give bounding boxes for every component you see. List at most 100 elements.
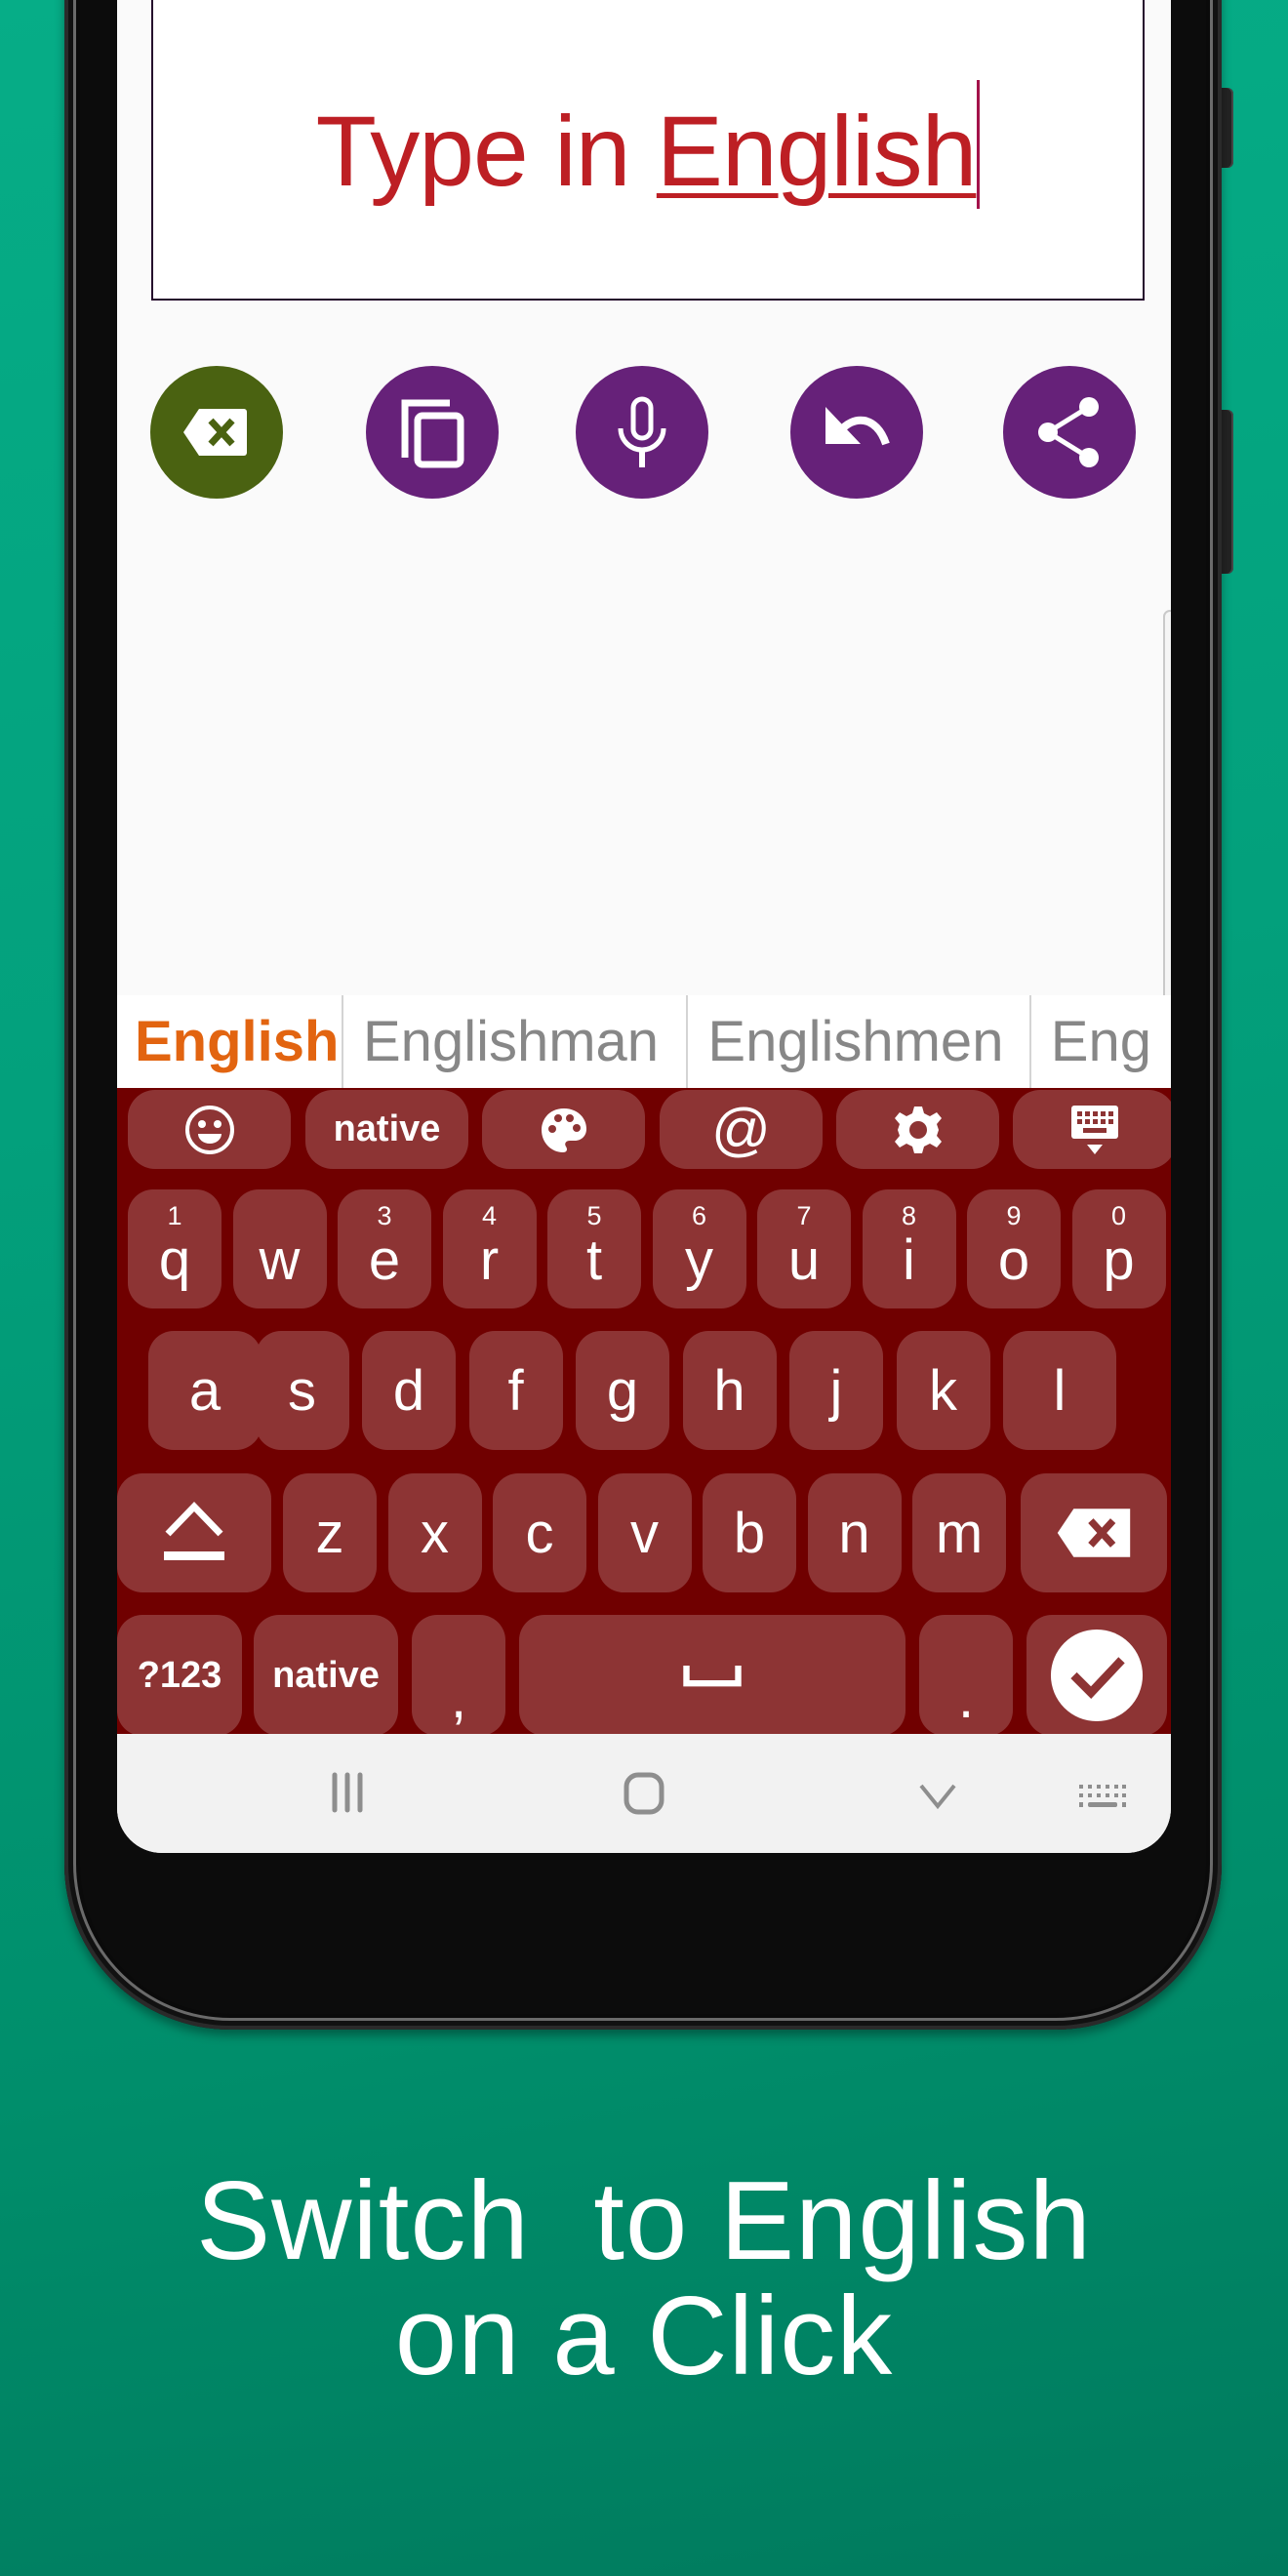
palette-icon (541, 1107, 586, 1152)
key-number-hint: 1 (167, 1201, 182, 1230)
typed-text-plain: Type in (315, 96, 657, 207)
home-icon[interactable] (623, 1771, 665, 1816)
text-cursor (977, 80, 981, 209)
key-q[interactable]: 1q (128, 1189, 221, 1308)
phone-screen: Type in English English Englishman Engli… (117, 0, 1171, 1853)
symbols-key[interactable]: ?123 (117, 1615, 242, 1736)
key-s[interactable]: s (255, 1331, 349, 1450)
volume-button (1222, 88, 1233, 168)
keyboard-switch-icon[interactable] (1077, 1783, 1128, 1810)
settings-key[interactable] (836, 1090, 999, 1169)
share-icon (1038, 397, 1099, 467)
suggestion-item[interactable]: Englishmen (688, 995, 1031, 1088)
suggestion-item[interactable]: Eng (1031, 995, 1171, 1088)
suggestion-item[interactable]: Englishman (343, 995, 689, 1088)
gear-icon (894, 1106, 942, 1153)
composing-word: English (656, 96, 978, 207)
key-m[interactable]: m (912, 1473, 1006, 1592)
key-x[interactable]: x (387, 1473, 482, 1592)
key-label: x (421, 1501, 449, 1565)
key-p[interactable]: 0p (1071, 1189, 1166, 1308)
key-o[interactable]: 9o (967, 1189, 1061, 1308)
keyboard: native @ ?123 native , . 1 q w 3 e 4 r 5… (117, 1088, 1171, 1736)
key-b[interactable]: b (703, 1473, 796, 1592)
enter-key[interactable] (1026, 1615, 1167, 1736)
back-chevron-icon[interactable] (918, 1783, 957, 1810)
typed-text: Type in English (153, 80, 1143, 210)
key-number-hint: 9 (1006, 1201, 1022, 1230)
period-key[interactable]: . (919, 1615, 1013, 1736)
key-w[interactable]: w (232, 1189, 327, 1308)
key-label: p (1103, 1228, 1135, 1292)
key-g[interactable]: g (576, 1331, 669, 1450)
key-label: k (929, 1358, 957, 1423)
space-key[interactable] (519, 1615, 906, 1736)
key-l[interactable]: l (1003, 1331, 1116, 1450)
key-number-hint: 8 (901, 1201, 917, 1230)
emoji-key[interactable] (128, 1090, 291, 1169)
key-label: o (997, 1228, 1030, 1292)
backspace-clear-icon (183, 409, 247, 456)
key-d[interactable]: d (362, 1331, 456, 1450)
system-nav-bar (117, 1734, 1171, 1853)
text-input-area[interactable]: Type in English (151, 0, 1145, 301)
copy-button[interactable] (366, 366, 499, 499)
undo-button[interactable] (790, 366, 923, 499)
key-label: y (685, 1228, 713, 1292)
share-button[interactable] (1003, 366, 1136, 499)
key-z[interactable]: z (283, 1473, 377, 1592)
key-i[interactable]: 8i (862, 1189, 956, 1308)
key-label: b (733, 1501, 766, 1565)
at-key[interactable]: @ (660, 1090, 823, 1169)
backspace-key[interactable] (1021, 1473, 1167, 1592)
scrollbar[interactable] (1163, 610, 1171, 1014)
key-y[interactable]: 6y (652, 1189, 746, 1308)
native-toggle-key[interactable]: native (305, 1090, 468, 1169)
key-j[interactable]: j (789, 1331, 883, 1450)
key-e[interactable]: 3e (338, 1189, 431, 1308)
key-n[interactable]: n (807, 1473, 902, 1592)
hide-keyboard-key[interactable] (1013, 1090, 1171, 1169)
emoji-icon (184, 1105, 234, 1154)
shift-icon (164, 1501, 224, 1560)
key-number-hint: 6 (691, 1201, 707, 1230)
key-label: n (838, 1501, 870, 1565)
key-a[interactable]: a (148, 1331, 262, 1450)
suggestion-bar: English Englishman Englishmen Eng (117, 995, 1171, 1088)
key-t[interactable]: 5t (547, 1189, 641, 1308)
key-h[interactable]: h (682, 1331, 777, 1450)
shift-key[interactable] (117, 1473, 271, 1592)
caption-line-1: Switch to English (196, 2159, 1092, 2283)
key-f[interactable]: f (468, 1331, 563, 1450)
key-label: d (392, 1358, 425, 1423)
key-label: a (188, 1358, 221, 1423)
key-label: l (1053, 1358, 1067, 1423)
space-icon (683, 1665, 742, 1687)
key-label: z (315, 1501, 344, 1565)
key-label: j (829, 1358, 843, 1423)
promo-caption: Switch to English on a Click (0, 2164, 1288, 2395)
clear-button[interactable] (150, 366, 283, 499)
key-c[interactable]: c (493, 1473, 586, 1592)
key-label: t (585, 1228, 603, 1292)
key-label: f (507, 1358, 524, 1423)
comma-key[interactable]: , (412, 1615, 505, 1736)
key-u[interactable]: 7u (757, 1189, 851, 1308)
theme-key[interactable] (482, 1090, 645, 1169)
key-label: q (158, 1228, 191, 1292)
key-r[interactable]: 4r (442, 1189, 537, 1308)
backspace-icon (1057, 1509, 1131, 1557)
key-k[interactable]: k (896, 1331, 990, 1450)
key-label: w (259, 1228, 301, 1292)
key-v[interactable]: v (597, 1473, 692, 1592)
suggestion-item[interactable]: English (117, 995, 343, 1088)
key-number-hint: 4 (481, 1201, 498, 1230)
mic-button[interactable] (576, 366, 708, 499)
key-label: h (713, 1358, 745, 1423)
native-key[interactable]: native (254, 1615, 398, 1736)
power-button (1222, 410, 1233, 574)
key-label: m (935, 1501, 984, 1565)
recents-icon[interactable] (330, 1771, 365, 1814)
key-label: u (787, 1228, 821, 1292)
caption-line-2: on a Click (394, 2274, 894, 2398)
